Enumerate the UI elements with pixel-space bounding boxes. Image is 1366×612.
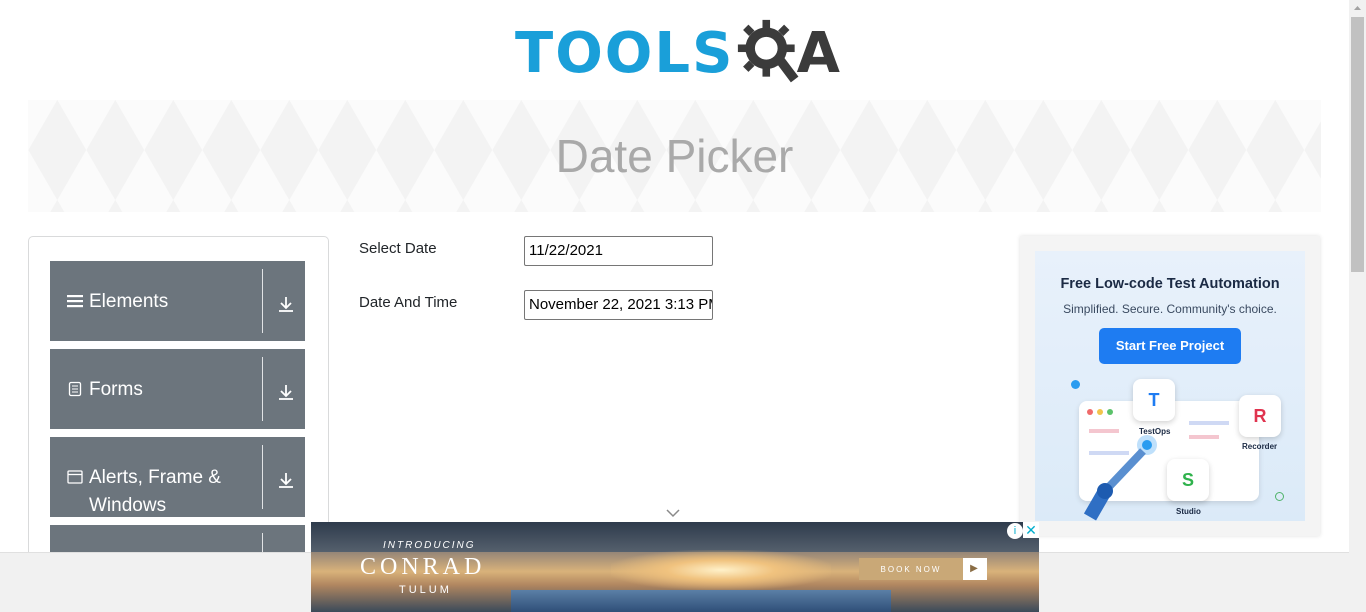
ad-tile-recorder: R [1239, 395, 1281, 437]
date-and-time-label: Date And Time [359, 294, 458, 311]
ad-tile-studio: S [1167, 459, 1209, 501]
ad-tile-label: Studio [1176, 507, 1201, 516]
ad-location-text: TULUM [399, 584, 452, 596]
ad-title: Free Low-code Test Automation [1060, 276, 1280, 292]
divider [262, 269, 263, 333]
date-and-time-input[interactable]: November 22, 2021 3:13 PM [524, 290, 713, 320]
download-arrow-icon[interactable] [277, 383, 295, 401]
decor-ring [1275, 492, 1284, 501]
download-arrow-icon[interactable] [277, 471, 295, 489]
ad-bottom-banner[interactable]: INTRODUCING CONRAD TULUM BOOK NOW ▶ [311, 522, 1039, 612]
scrollbar-thumb[interactable] [1351, 17, 1364, 272]
sidebar-group-label: Elements [89, 291, 169, 312]
toolsqa-logo[interactable]: TOOLS A [515, 14, 840, 92]
page-title: Date Picker [555, 130, 794, 182]
document-icon [68, 381, 82, 397]
sidebar-group-forms[interactable]: Forms [50, 349, 305, 429]
robot-arm-icon [1083, 435, 1157, 521]
tile-letter: T [1148, 390, 1160, 410]
ad-close-icon[interactable]: ✕ [1023, 522, 1039, 538]
logo-text-tools: TOOLS [515, 20, 735, 86]
sidebar-group-label: Forms [89, 379, 143, 400]
ad-intro-text: INTRODUCING [383, 540, 476, 551]
dot-yellow [1097, 409, 1103, 415]
dot-green [1107, 409, 1113, 415]
hamburger-icon [67, 295, 83, 308]
play-arrow-icon: ▶ [963, 558, 987, 580]
sidebar-group-label: Alerts, Frame & Windows [89, 467, 221, 516]
decor-dot [1071, 380, 1080, 389]
divider [262, 357, 263, 421]
ad-book-now-button[interactable]: BOOK NOW ▶ [859, 558, 987, 580]
select-date-label: Select Date [359, 240, 437, 257]
divider [262, 445, 263, 509]
ad-tile-label: Recorder [1242, 442, 1278, 451]
book-now-label: BOOK NOW [880, 564, 942, 574]
ad-cta-button[interactable]: Start Free Project [1099, 328, 1241, 364]
line-placeholder [1189, 421, 1229, 425]
gear-magnifier-icon [738, 19, 799, 83]
sidebar: Elements Forms Alerts, Frame & Windows [28, 236, 329, 566]
download-arrow-icon[interactable] [277, 295, 295, 313]
ad-subtitle: Simplified. Secure. Community's choice. [1063, 302, 1277, 316]
ad-tile-testops: T [1133, 379, 1175, 421]
ad-sunset [611, 550, 831, 590]
sidebar-group-elements[interactable]: Elements [50, 261, 305, 341]
ad-right[interactable]: Free Low-code Test Automation Simplified… [1020, 236, 1320, 536]
select-date-input[interactable]: 11/22/2021 [524, 236, 713, 266]
chevron-down-icon[interactable] [665, 508, 681, 518]
scroll-up-arrow-icon[interactable] [1349, 0, 1366, 17]
ad-info-icon[interactable]: i [1007, 523, 1023, 539]
window-icon [67, 470, 83, 484]
ad-tile-label: TestOps [1139, 427, 1171, 436]
page: TOOLS A Date Picker Elements Forms Alert… [0, 0, 1366, 612]
ad-right-creative[interactable]: Free Low-code Test Automation Simplified… [1035, 251, 1305, 521]
ad-brand-text: CONRAD [360, 554, 486, 580]
logo-text-a: A [796, 20, 840, 86]
ad-pool [511, 590, 891, 612]
tile-letter: S [1181, 470, 1194, 490]
line-placeholder [1189, 435, 1219, 439]
dot-red [1087, 409, 1093, 415]
page-banner: Date Picker [28, 100, 1321, 212]
tile-letter: R [1253, 406, 1267, 426]
sidebar-group-alerts[interactable]: Alerts, Frame & Windows [50, 437, 305, 517]
